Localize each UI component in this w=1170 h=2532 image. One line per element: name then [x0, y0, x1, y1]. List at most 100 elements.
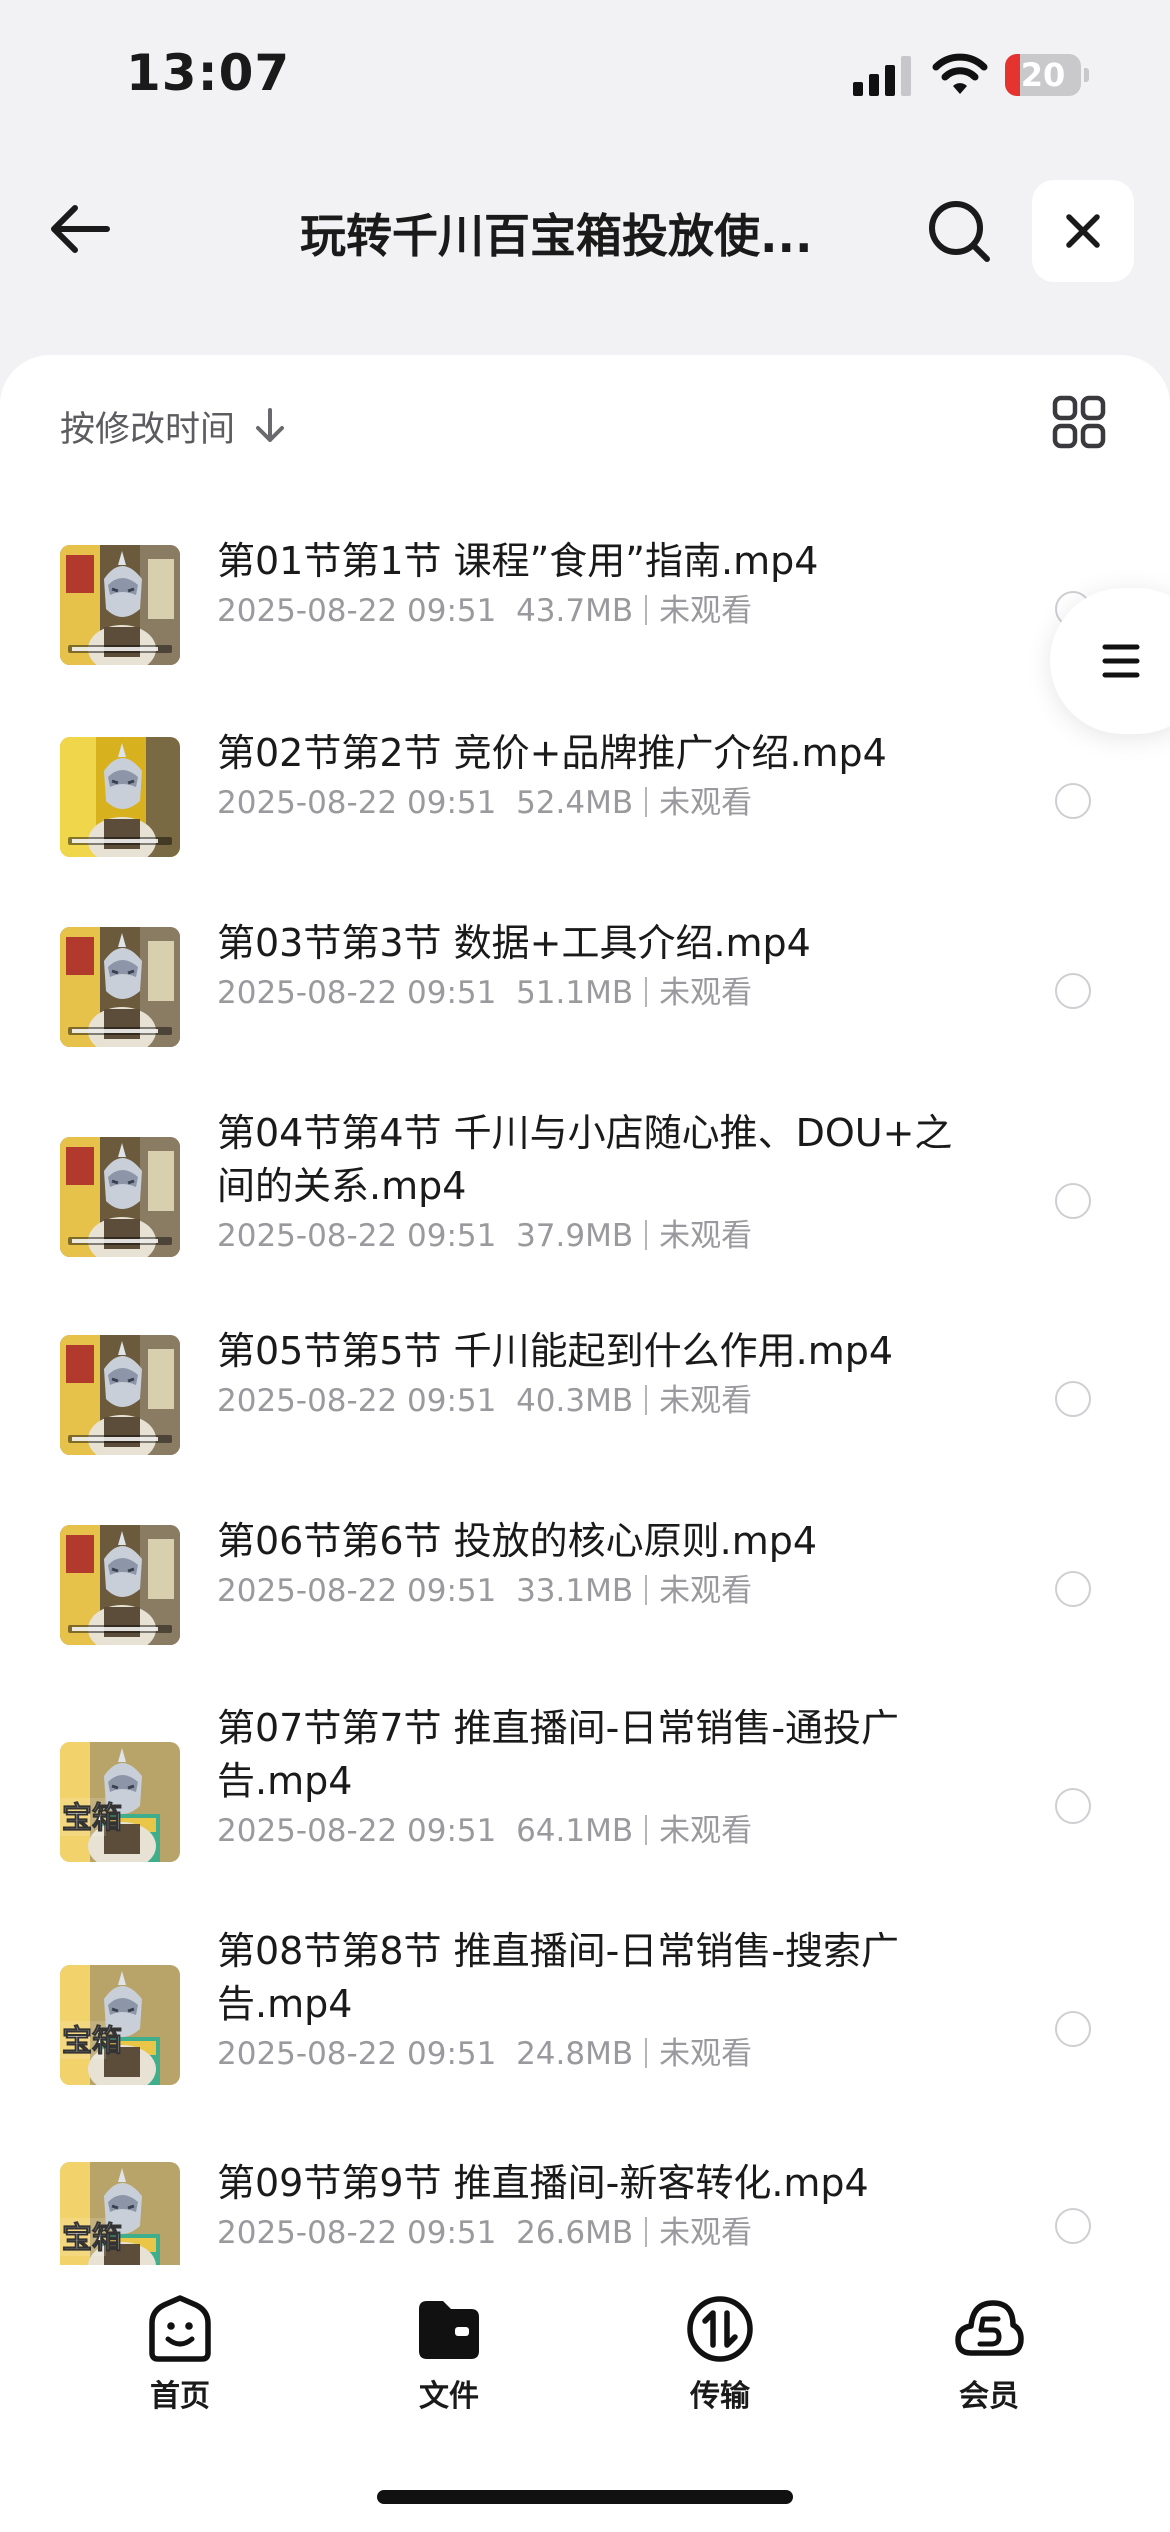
meta-divider	[645, 2217, 648, 2247]
video-thumbnail: 宝箱	[60, 1742, 180, 1862]
meta-divider	[645, 1220, 648, 1250]
search-icon	[929, 201, 990, 262]
file-row[interactable]: 第06节第6节 投放的核心原则.mp4 2025-08-22 09:51 33.1…	[0, 1505, 1170, 1665]
file-date: 2025-08-22 09:51	[217, 1813, 497, 1849]
file-size: 64.1MB	[516, 1813, 634, 1849]
file-row[interactable]: 第01节第1节 课程”食用”指南.mp4 2025-08-22 09:51 43.…	[0, 525, 1170, 685]
file-size: 40.3MB	[516, 1383, 634, 1419]
file-size: 24.8MB	[516, 2036, 634, 2072]
file-date: 2025-08-22 09:51	[217, 1218, 497, 1254]
cellular-signal-icon	[853, 56, 911, 96]
file-meta: 2025-08-22 09:51 51.1MB 未观看	[217, 970, 967, 1016]
file-row[interactable]: 宝箱 第09节第9节 推直播间-新客转化.mp4 2025-08-22 09:51 …	[0, 2147, 1170, 2275]
watch-status: 未观看	[659, 593, 753, 629]
file-row[interactable]: 第04节第4节 千川与小店随心推、DOU+之间的关系.mp4 2025-08-22…	[0, 1107, 1170, 1287]
file-name: 第08节第8节 推直播间-日常销售-搜索广告.mp4	[217, 1929, 900, 2026]
file-info: 第08节第8节 推直播间-日常销售-搜索广告.mp4 2025-08-22 09:…	[217, 1925, 967, 2077]
file-info: 第03节第3节 数据+工具介绍.mp4 2025-08-22 09:51 51.1…	[217, 917, 967, 1016]
menu-lines-icon	[1102, 644, 1140, 678]
video-thumbnail	[60, 737, 180, 857]
file-date: 2025-08-22 09:51	[217, 593, 497, 629]
file-meta: 2025-08-22 09:51 37.9MB 未观看	[217, 1213, 967, 1259]
file-name: 第03节第3节 数据+工具介绍.mp4	[217, 921, 811, 965]
video-thumbnail: 宝箱	[60, 2162, 180, 2275]
file-info: 第09节第9节 推直播间-新客转化.mp4 2025-08-22 09:51 26…	[217, 2157, 967, 2256]
file-meta: 2025-08-22 09:51 52.4MB 未观看	[217, 780, 967, 826]
thumbnail-caption: 宝箱	[62, 1801, 122, 1836]
file-info: 第04节第4节 千川与小店随心推、DOU+之间的关系.mp4 2025-08-22…	[217, 1107, 967, 1259]
home-indicator	[377, 2490, 793, 2504]
thumbnail-caption: 宝箱	[62, 2024, 122, 2059]
file-meta: 2025-08-22 09:51 24.8MB 未观看	[217, 2031, 967, 2077]
file-size: 52.4MB	[516, 785, 634, 821]
file-meta: 2025-08-22 09:51 26.6MB 未观看	[217, 2210, 967, 2256]
select-radio[interactable]	[1055, 1183, 1091, 1219]
file-date: 2025-08-22 09:51	[217, 975, 497, 1011]
select-radio[interactable]	[1055, 1788, 1091, 1824]
file-info: 第01节第1节 课程”食用”指南.mp4 2025-08-22 09:51 43.…	[217, 535, 967, 634]
watch-status: 未观看	[659, 2215, 753, 2251]
video-thumbnail	[60, 927, 180, 1047]
tab-files-label: 文件	[419, 2379, 479, 2414]
file-name: 第05节第5节 千川能起到什么作用.mp4	[217, 1329, 894, 1373]
file-meta: 2025-08-22 09:51 40.3MB 未观看	[217, 1378, 967, 1424]
tab-transfer[interactable]: 传输	[630, 2293, 810, 2414]
file-info: 第02节第2节 竞价+品牌推广介绍.mp4 2025-08-22 09:51 52…	[217, 727, 967, 826]
file-row[interactable]: 宝箱 第07节第7节 推直播间-日常销售-通投广告.mp4 2025-08-22 0…	[0, 1702, 1170, 1902]
meta-divider	[645, 1815, 648, 1845]
transfer-arrows-icon	[687, 2296, 753, 2362]
smiley-home-icon	[149, 2295, 211, 2362]
battery-icon: 20	[1005, 54, 1081, 96]
file-name: 第04节第4节 千川与小店随心推、DOU+之间的关系.mp4	[217, 1111, 953, 1208]
video-thumbnail: 宝箱	[60, 1965, 180, 2085]
back-button[interactable]	[40, 194, 120, 264]
close-button[interactable]	[1032, 180, 1134, 282]
video-thumbnail	[60, 545, 180, 665]
file-date: 2025-08-22 09:51	[217, 2215, 497, 2251]
meta-divider	[645, 2038, 648, 2068]
file-date: 2025-08-22 09:51	[217, 1573, 497, 1609]
header: 玩转千川百宝箱投放使...	[0, 170, 1170, 290]
file-meta: 2025-08-22 09:51 43.7MB 未观看	[217, 588, 967, 634]
file-row[interactable]: 第05节第5节 千川能起到什么作用.mp4 2025-08-22 09:51 40…	[0, 1315, 1170, 1475]
file-size: 37.9MB	[516, 1218, 634, 1254]
file-list-card: 按修改时间 第01节第1节 课程”食用”指南.mp4 2025-08-22 09:…	[0, 355, 1170, 2275]
select-radio[interactable]	[1055, 1381, 1091, 1417]
file-meta: 2025-08-22 09:51 64.1MB 未观看	[217, 1808, 967, 1854]
video-thumbnail	[60, 1335, 180, 1455]
watch-status: 未观看	[659, 785, 753, 821]
status-bar: 13:07 20	[0, 0, 1170, 150]
select-radio[interactable]	[1055, 1571, 1091, 1607]
video-thumbnail	[60, 1137, 180, 1257]
cloud-member-icon	[955, 2300, 1024, 2356]
meta-divider	[645, 977, 648, 1007]
page-title: 玩转千川百宝箱投放使...	[300, 209, 813, 263]
search-button[interactable]	[922, 194, 998, 270]
file-name: 第02节第2节 竞价+品牌推广介绍.mp4	[217, 731, 887, 775]
battery-tip	[1084, 68, 1089, 82]
file-date: 2025-08-22 09:51	[217, 1383, 497, 1419]
watch-status: 未观看	[659, 1218, 753, 1254]
video-thumbnail	[60, 1525, 180, 1645]
file-date: 2025-08-22 09:51	[217, 785, 497, 821]
file-info: 第06节第6节 投放的核心原则.mp4 2025-08-22 09:51 33.1…	[217, 1515, 967, 1614]
file-row[interactable]: 宝箱 第08节第8节 推直播间-日常销售-搜索广告.mp4 2025-08-22 0…	[0, 1925, 1170, 2125]
thumbnail-caption: 宝箱	[62, 2221, 122, 2256]
select-radio[interactable]	[1055, 2208, 1091, 2244]
file-name: 第07节第7节 推直播间-日常销售-通投广告.mp4	[217, 1706, 900, 1803]
tab-member[interactable]: 会员	[899, 2293, 1079, 2414]
tab-member-label: 会员	[959, 2379, 1019, 2414]
file-row[interactable]: 第02节第2节 竞价+品牌推广介绍.mp4 2025-08-22 09:51 52…	[0, 717, 1170, 877]
wifi-icon	[932, 53, 988, 94]
screen: 13:07 20 玩转千川百宝箱投放使... 按修改时间 第01节第1节 课程”…	[0, 0, 1170, 2532]
battery-indicator: 20	[1005, 54, 1089, 96]
status-time: 13:07	[126, 44, 291, 102]
tab-home-label: 首页	[150, 2379, 210, 2414]
file-size: 51.1MB	[516, 975, 634, 1011]
tab-home[interactable]: 首页	[90, 2293, 270, 2414]
file-row[interactable]: 第03节第3节 数据+工具介绍.mp4 2025-08-22 09:51 51.1…	[0, 907, 1170, 1067]
tab-files[interactable]: 文件	[359, 2293, 539, 2414]
select-radio[interactable]	[1055, 973, 1091, 1009]
select-radio[interactable]	[1055, 2011, 1091, 2047]
select-radio[interactable]	[1055, 783, 1091, 819]
